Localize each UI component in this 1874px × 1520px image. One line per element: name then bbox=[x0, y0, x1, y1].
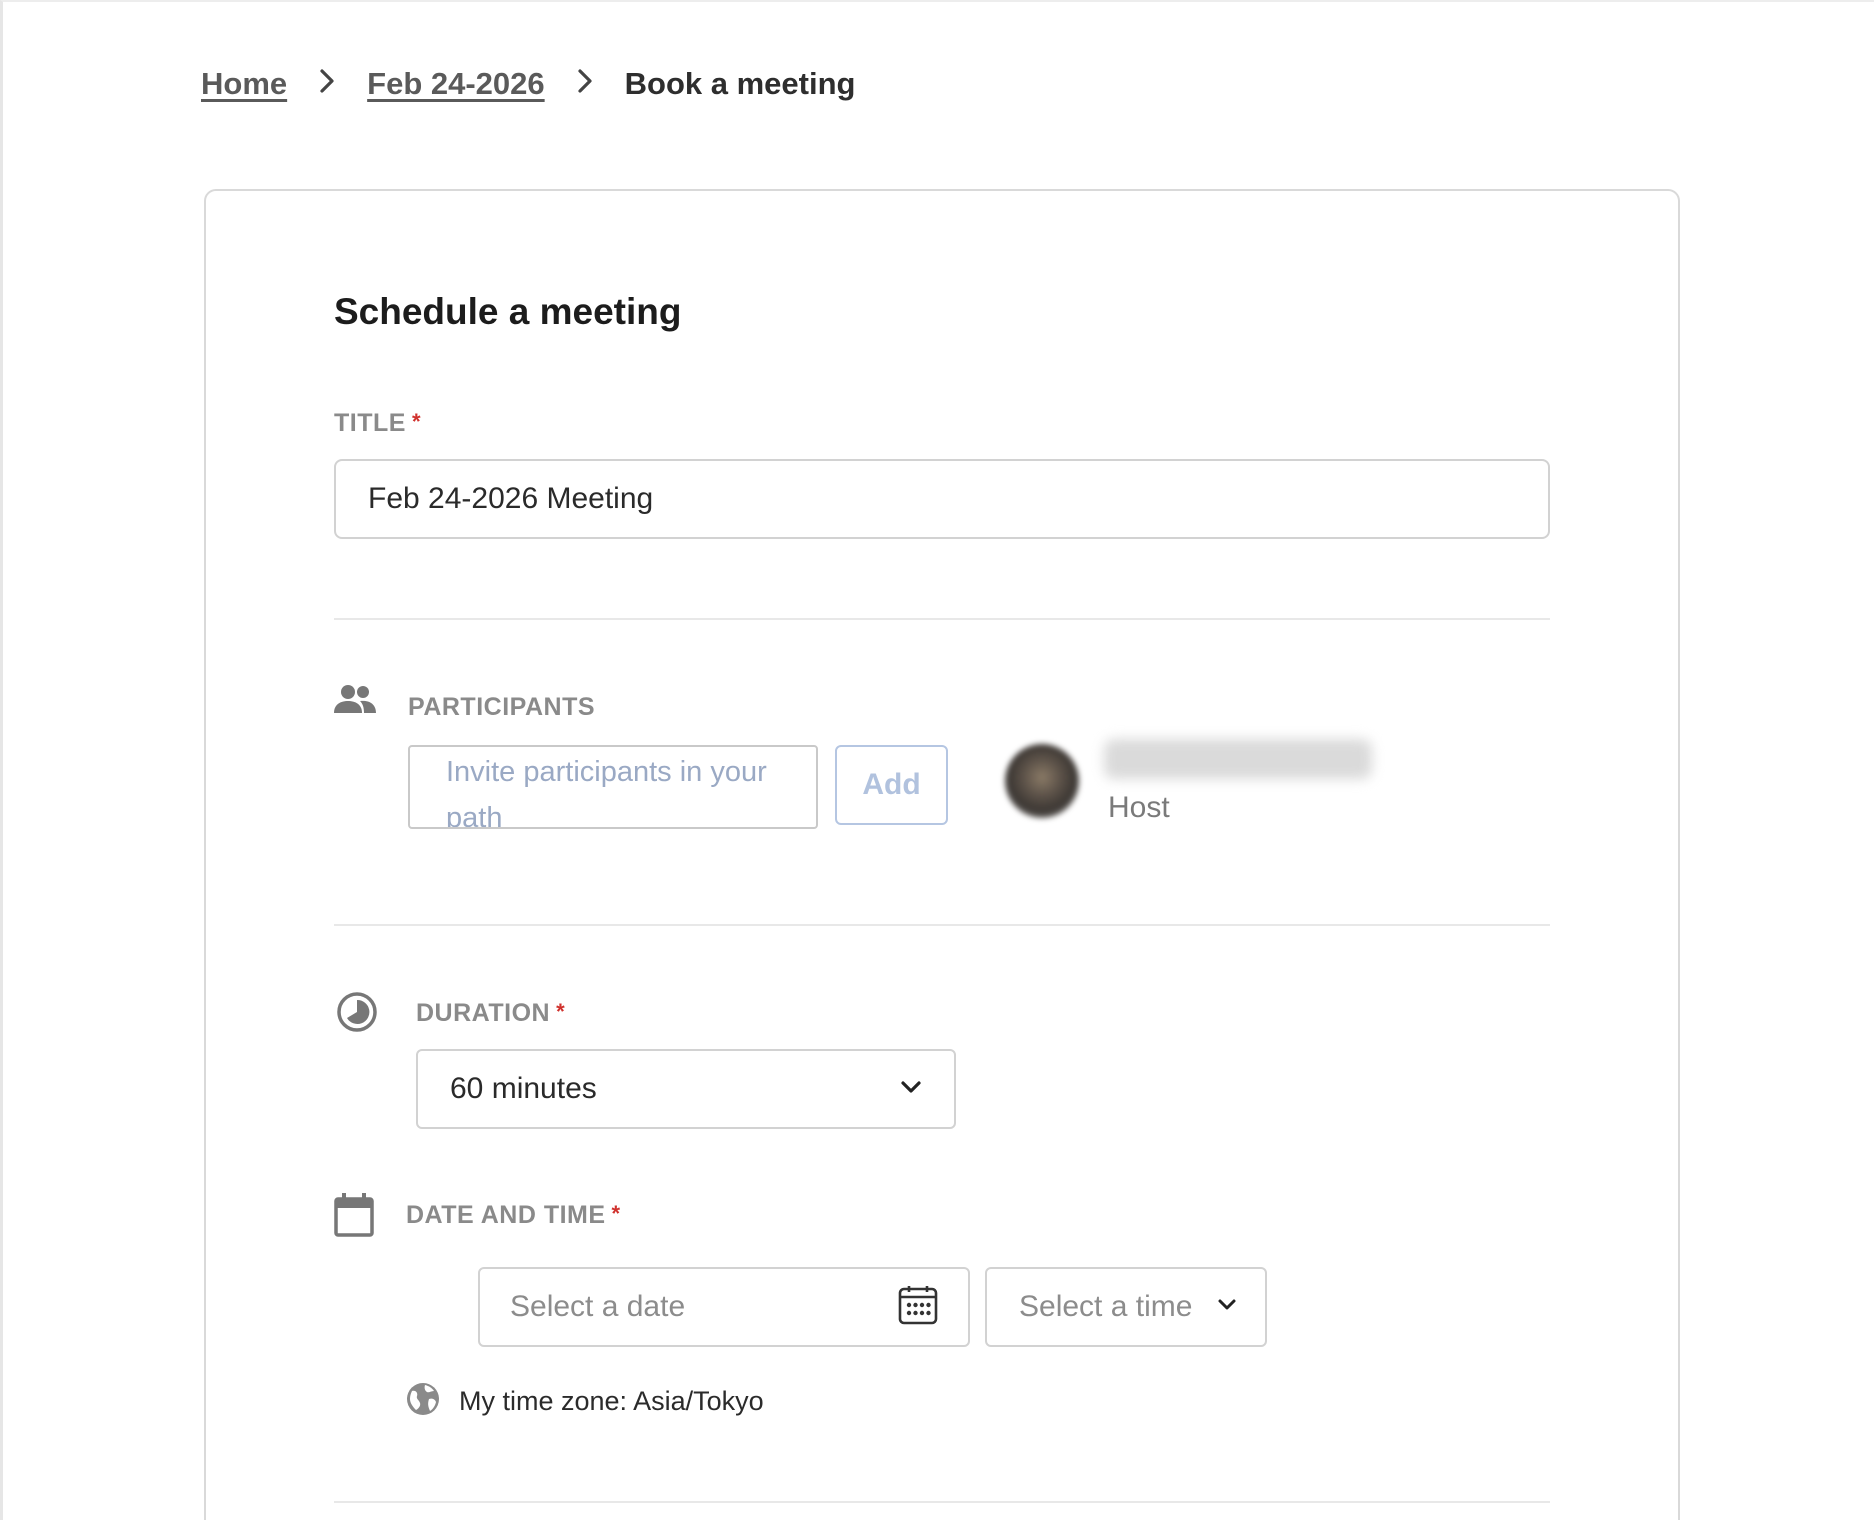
calendar-icon bbox=[334, 1193, 374, 1242]
divider bbox=[334, 618, 1550, 620]
date-time-label-text: DATE AND TIME bbox=[406, 1201, 606, 1229]
required-mark: * bbox=[611, 1201, 621, 1226]
required-mark: * bbox=[556, 999, 566, 1024]
time-placeholder: Select a time bbox=[1019, 1290, 1193, 1323]
date-placeholder: Select a date bbox=[510, 1290, 686, 1323]
date-picker-input[interactable]: Select a date bbox=[478, 1267, 970, 1347]
chevron-right-icon bbox=[307, 66, 347, 102]
duration-label: DURATION * bbox=[416, 999, 565, 1028]
timezone-row: My time zone: Asia/Tokyo bbox=[405, 1381, 764, 1422]
title-label-text: TITLE bbox=[334, 409, 406, 437]
breadcrumb-current: Book a meeting bbox=[624, 66, 856, 101]
calendar-grid-icon[interactable] bbox=[898, 1285, 938, 1330]
divider bbox=[334, 1501, 1550, 1503]
invite-participants-input[interactable]: Invite participants in your path bbox=[408, 745, 818, 829]
chevron-right-icon bbox=[565, 66, 605, 102]
timezone-text: My time zone: Asia/Tokyo bbox=[459, 1386, 764, 1416]
chevron-down-icon bbox=[1217, 1298, 1237, 1317]
duration-label-text: DURATION bbox=[416, 999, 551, 1027]
schedule-meeting-card: Schedule a meeting TITLE* PARTICIPANTS I… bbox=[204, 189, 1680, 1520]
add-participant-button[interactable]: Add bbox=[835, 745, 948, 825]
avatar bbox=[1005, 744, 1079, 818]
people-icon bbox=[334, 683, 376, 720]
date-time-label: DATE AND TIME * bbox=[406, 1201, 621, 1230]
duration-selected-value: 60 minutes bbox=[450, 1072, 597, 1105]
chevron-down-icon bbox=[900, 1080, 922, 1099]
time-select[interactable]: Select a time bbox=[985, 1267, 1267, 1347]
breadcrumb-home-link[interactable]: Home bbox=[201, 66, 287, 102]
duration-select[interactable]: 60 minutes bbox=[416, 1049, 956, 1129]
globe-icon bbox=[405, 1381, 441, 1422]
page-title: Schedule a meeting bbox=[334, 291, 682, 332]
breadcrumb: Home Feb 24-2026 Book a meeting bbox=[201, 66, 855, 102]
page: Home Feb 24-2026 Book a meeting Schedule… bbox=[0, 0, 1874, 1520]
title-input[interactable] bbox=[334, 459, 1550, 539]
host-role: Host bbox=[1108, 791, 1170, 824]
divider bbox=[334, 924, 1550, 926]
required-mark: * bbox=[411, 409, 421, 434]
host-name-blurred bbox=[1104, 739, 1372, 779]
clock-icon bbox=[336, 991, 378, 1038]
participants-label: PARTICIPANTS bbox=[408, 693, 596, 721]
breadcrumb-parent-link[interactable]: Feb 24-2026 bbox=[367, 66, 545, 102]
title-label: TITLE * bbox=[334, 409, 421, 438]
